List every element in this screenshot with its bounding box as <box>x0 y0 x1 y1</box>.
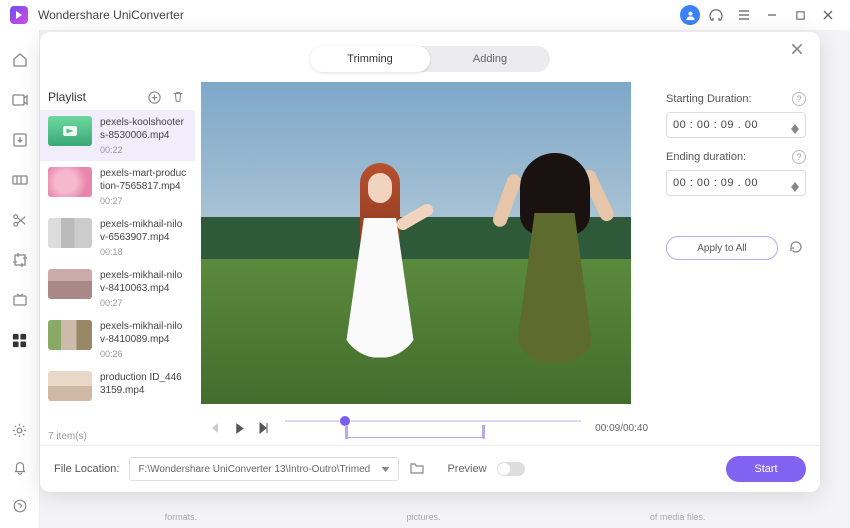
sidebar <box>0 30 40 528</box>
thumbnail <box>48 269 92 299</box>
time-display: 00:09/00:40 <box>595 423 648 434</box>
settings-panel: Starting Duration:? 00 : 00 : 09 . 00 En… <box>660 82 820 445</box>
maximize-button[interactable] <box>788 3 812 27</box>
add-target-icon[interactable] <box>145 88 163 106</box>
timeline-track[interactable] <box>285 414 581 442</box>
restore-icon[interactable] <box>788 239 806 257</box>
chevron-down-icon[interactable] <box>791 183 799 188</box>
help-icon[interactable]: ? <box>792 150 806 164</box>
playlist-item[interactable]: pexels-mart-production-7565817.mp4 00:27 <box>40 161 195 212</box>
file-name: pexels-mikhail-nilov-6563907.mp4 <box>100 218 187 244</box>
end-duration-label: Ending duration: <box>666 151 746 163</box>
scissors-icon[interactable] <box>10 210 30 230</box>
preview-toggle[interactable] <box>497 462 525 476</box>
thumbnail <box>48 116 92 146</box>
playlist-item[interactable]: pexels-mikhail-nilov-6563907.mp4 00:18 <box>40 212 195 263</box>
video-preview[interactable] <box>201 82 631 404</box>
close-icon[interactable] <box>790 42 808 60</box>
file-duration: 00:18 <box>100 247 187 257</box>
title-bar: Wondershare UniConverter <box>0 0 850 30</box>
tab-trimming[interactable]: Trimming <box>310 46 430 72</box>
preview-label: Preview <box>447 463 486 475</box>
chevron-down-icon[interactable] <box>791 125 799 130</box>
trash-icon[interactable] <box>169 88 187 106</box>
playlist-item[interactable]: pexels-koolshooters-8530006.mp4 00:22 <box>40 110 195 161</box>
apply-all-button[interactable]: Apply to All <box>666 236 778 260</box>
thumbnail <box>48 371 92 401</box>
hamburger-icon[interactable] <box>732 3 756 27</box>
preview-panel: 00:09/00:40 <box>195 82 660 445</box>
app-title: Wondershare UniConverter <box>38 8 184 22</box>
file-duration: 00:27 <box>100 196 187 206</box>
file-name: pexels-koolshooters-8530006.mp4 <box>100 116 187 142</box>
info-icon[interactable] <box>10 496 30 516</box>
start-button[interactable]: Start <box>726 456 806 482</box>
file-location-label: File Location: <box>54 463 119 475</box>
compress-icon[interactable] <box>10 170 30 190</box>
thumbnail <box>48 167 92 197</box>
tab-adding[interactable]: Adding <box>430 46 550 72</box>
playlist-item[interactable]: pexels-mikhail-nilov-8410063.mp4 00:27 <box>40 263 195 314</box>
video-icon[interactable] <box>10 90 30 110</box>
playlist-item[interactable]: pexels-mikhail-nilov-8410089.mp4 00:26 <box>40 314 195 365</box>
chevron-down-icon <box>381 467 390 472</box>
minimize-button[interactable] <box>760 3 784 27</box>
folder-icon[interactable] <box>409 460 427 478</box>
file-duration: 00:22 <box>100 145 187 155</box>
file-name: pexels-mikhail-nilov-8410089.mp4 <box>100 320 187 346</box>
file-name: pexels-mart-production-7565817.mp4 <box>100 167 187 193</box>
prev-frame-button[interactable] <box>207 420 223 436</box>
playlist-title: Playlist <box>48 90 86 104</box>
crop-icon[interactable] <box>10 250 30 270</box>
bell-icon[interactable] <box>10 458 30 478</box>
toolbox-icon[interactable] <box>10 330 30 350</box>
help-icon[interactable] <box>704 3 728 27</box>
playlist-count: 7 item(s) <box>40 428 195 445</box>
file-duration: 00:26 <box>100 349 187 359</box>
tv-icon[interactable] <box>10 290 30 310</box>
playlist-item[interactable]: production ID_4463159.mp4 <box>40 365 195 407</box>
trim-modal: Trimming Adding Playlist pexels-koolshoo… <box>40 32 820 492</box>
file-name: production ID_4463159.mp4 <box>100 371 187 397</box>
download-icon[interactable] <box>10 130 30 150</box>
app-logo <box>10 6 28 24</box>
file-name: pexels-mikhail-nilov-8410063.mp4 <box>100 269 187 295</box>
home-icon[interactable] <box>10 50 30 70</box>
settings-icon[interactable] <box>10 420 30 440</box>
help-icon[interactable]: ? <box>792 92 806 106</box>
mode-tabs: Trimming Adding <box>40 32 820 82</box>
trim-range[interactable] <box>345 428 485 438</box>
start-duration-label: Starting Duration: <box>666 93 752 105</box>
thumbnail <box>48 218 92 248</box>
thumbnail <box>48 320 92 350</box>
background-text: formats.pictures.of media files. <box>60 512 810 522</box>
file-duration: 00:27 <box>100 298 187 308</box>
play-button[interactable] <box>231 420 247 436</box>
end-duration-input[interactable]: 00 : 00 : 09 . 00 <box>666 170 806 196</box>
close-window-button[interactable] <box>816 3 840 27</box>
file-location-dropdown[interactable]: F:\Wondershare UniConverter 13\Intro-Out… <box>129 457 399 481</box>
next-frame-button[interactable] <box>255 420 271 436</box>
account-avatar[interactable] <box>680 5 700 25</box>
modal-footer: File Location: F:\Wondershare UniConvert… <box>40 445 820 492</box>
start-duration-input[interactable]: 00 : 00 : 09 . 00 <box>666 112 806 138</box>
playlist-panel: Playlist pexels-koolshooters-8530006.mp4… <box>40 82 195 445</box>
